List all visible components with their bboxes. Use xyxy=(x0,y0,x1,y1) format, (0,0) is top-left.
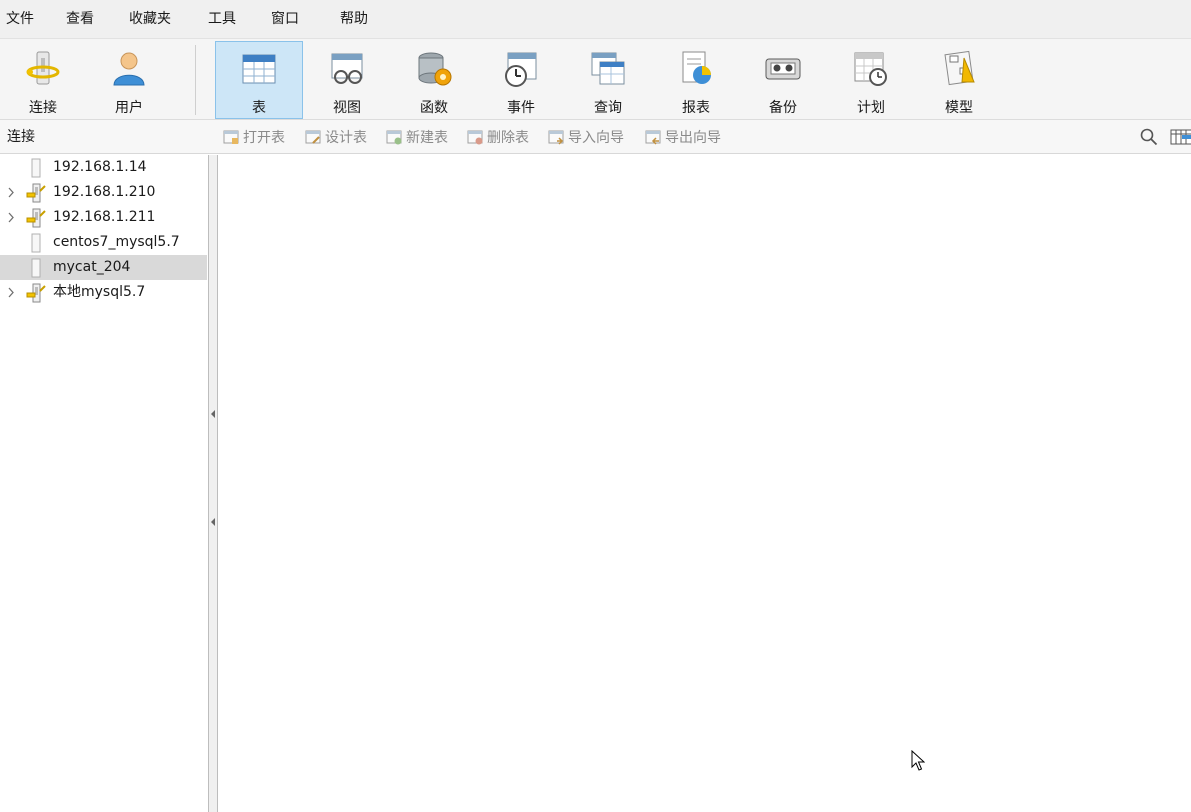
design-table-button[interactable]: 设计表 xyxy=(305,127,367,147)
database-disconnected-icon xyxy=(31,258,41,278)
event-icon xyxy=(505,52,537,87)
user-icon xyxy=(113,52,145,86)
toolbar-model-button[interactable]: 模型 xyxy=(916,42,1002,118)
collapse-left-icon[interactable] xyxy=(211,518,216,526)
database-connected-icon xyxy=(26,208,46,228)
menu-help[interactable]: 帮助 xyxy=(340,0,368,38)
import-wizard-button[interactable]: 导入向导 xyxy=(548,127,624,147)
toolbar-function-button[interactable]: 函数 xyxy=(391,42,477,118)
new-table-button[interactable]: 新建表 xyxy=(386,127,448,147)
pane-splitter[interactable] xyxy=(208,155,218,812)
object-list-pane[interactable] xyxy=(218,155,1191,812)
chevron-right-icon[interactable] xyxy=(6,205,16,230)
toolbar-view-button[interactable]: 视图 xyxy=(304,42,390,118)
database-connected-icon xyxy=(26,183,46,203)
search-icon[interactable] xyxy=(1140,128,1158,146)
connection-tree: 192.168.1.14 192.168.1.210 192.168.1.211 xyxy=(0,155,208,812)
tree-item-label: 192.168.1.210 xyxy=(53,184,156,200)
toolbar-separator xyxy=(195,45,196,115)
menu-tools[interactable]: 工具 xyxy=(208,0,236,38)
tree-item-connection[interactable]: 192.168.1.211 xyxy=(0,205,207,230)
open-table-icon xyxy=(223,130,239,144)
toolbar-label: 视图 xyxy=(333,100,361,116)
import-wizard-label: 导入向导 xyxy=(568,130,624,146)
tree-item-connection[interactable]: centos7_mysql5.7 xyxy=(0,230,207,255)
mouse-cursor-icon xyxy=(911,750,925,771)
database-disconnected-icon xyxy=(31,158,41,178)
query-icon xyxy=(591,52,625,85)
toolbar-label: 计划 xyxy=(857,100,885,116)
open-table-button[interactable]: 打开表 xyxy=(223,127,285,147)
report-icon xyxy=(682,51,711,84)
chevron-right-icon[interactable] xyxy=(6,280,16,305)
export-wizard-label: 导出向导 xyxy=(665,130,721,146)
new-table-icon xyxy=(386,130,402,145)
toolbar-user-button[interactable]: 用户 xyxy=(86,42,172,118)
design-table-icon xyxy=(305,130,321,144)
tree-item-connection[interactable]: 本地mysql5.7 xyxy=(0,280,207,305)
toolbar-label: 用户 xyxy=(115,100,143,116)
collapse-left-icon[interactable] xyxy=(211,410,216,418)
new-table-label: 新建表 xyxy=(406,130,448,146)
chevron-right-icon[interactable] xyxy=(6,180,16,205)
delete-table-button[interactable]: 删除表 xyxy=(467,127,529,147)
database-connected-icon xyxy=(26,283,46,303)
grid-view-icon[interactable] xyxy=(1170,128,1191,146)
menu-favorites[interactable]: 收藏夹 xyxy=(129,0,171,38)
design-table-label: 设计表 xyxy=(325,130,367,146)
connection-icon xyxy=(26,51,60,85)
tree-item-label: 192.168.1.14 xyxy=(53,159,147,175)
database-disconnected-icon xyxy=(31,233,41,253)
schedule-icon xyxy=(854,52,887,86)
toolbar-table-button[interactable]: 表 xyxy=(215,41,303,119)
toolbar-label: 连接 xyxy=(29,100,57,116)
toolbar-label: 表 xyxy=(252,100,266,116)
toolbar-label: 模型 xyxy=(945,100,973,116)
tree-item-connection-selected[interactable]: mycat_204 xyxy=(0,255,207,280)
open-table-label: 打开表 xyxy=(243,130,285,146)
toolbar-label: 函数 xyxy=(420,100,448,116)
toolbar-report-button[interactable]: 报表 xyxy=(653,42,739,118)
toolbar-label: 查询 xyxy=(594,100,622,116)
toolbar-query-button[interactable]: 查询 xyxy=(565,42,651,118)
tree-item-connection[interactable]: 192.168.1.210 xyxy=(0,180,207,205)
tree-item-label: centos7_mysql5.7 xyxy=(53,234,180,250)
delete-table-label: 删除表 xyxy=(487,130,529,146)
toolbar-event-button[interactable]: 事件 xyxy=(478,42,564,118)
model-icon xyxy=(944,50,975,86)
view-icon xyxy=(331,53,363,84)
function-icon xyxy=(418,52,452,86)
toolbar-backup-button[interactable]: 备份 xyxy=(740,42,826,118)
menu-bar: 文件 查看 收藏夹 工具 窗口 帮助 xyxy=(0,0,1191,38)
menu-file[interactable]: 文件 xyxy=(6,0,34,38)
export-wizard-button[interactable]: 导出向导 xyxy=(645,127,721,147)
import-wizard-icon xyxy=(548,130,564,145)
sidebar-title: 连接 xyxy=(7,129,35,145)
action-strip: 连接 打开表 设计表 新建表 删除表 导入向导 导出向导 xyxy=(0,120,1191,154)
toolbar-label: 备份 xyxy=(769,100,797,116)
toolbar-label: 事件 xyxy=(507,100,535,116)
tree-item-label: 本地mysql5.7 xyxy=(53,284,146,300)
toolbar-connection-button[interactable]: 连接 xyxy=(0,42,86,118)
delete-table-icon xyxy=(467,130,483,145)
toolbar-label: 报表 xyxy=(682,100,710,116)
tree-item-label: 192.168.1.211 xyxy=(53,209,156,225)
main-toolbar: 连接 用户 表 视图 函数 事件 查询 报表 备份 计划 模型 xyxy=(0,38,1191,120)
menu-window[interactable]: 窗口 xyxy=(271,0,299,38)
export-wizard-icon xyxy=(645,130,661,145)
backup-icon xyxy=(765,58,801,80)
menu-view[interactable]: 查看 xyxy=(66,0,94,38)
tree-item-connection[interactable]: 192.168.1.14 xyxy=(0,155,207,180)
toolbar-schedule-button[interactable]: 计划 xyxy=(828,42,914,118)
table-icon xyxy=(242,54,276,84)
tree-item-label: mycat_204 xyxy=(53,259,131,275)
